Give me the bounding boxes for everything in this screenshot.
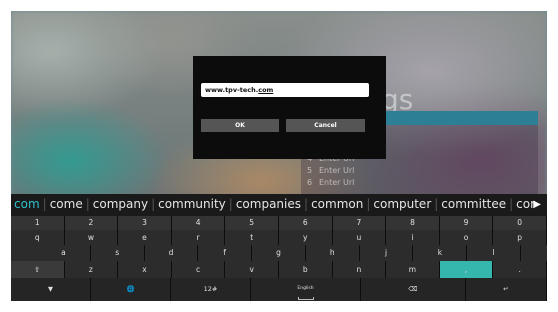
list-item-number: 6 [307,178,313,187]
hide-keyboard-icon[interactable]: ▼ [11,278,91,301]
key-3[interactable]: 3 [118,216,172,230]
key-k[interactable]: k [413,245,468,261]
space-language-label: English [297,286,314,291]
list-item-number: 5 [307,166,313,175]
key-9[interactable]: 9 [440,216,494,230]
key-t[interactable]: t [225,230,279,245]
key-j[interactable]: j [360,245,414,261]
letter-row-1: q w e r t y u i o p [11,230,547,245]
suggestion[interactable]: company [90,197,151,211]
space-key[interactable]: English [251,278,361,301]
suggestion[interactable]: community [155,197,229,211]
key-h[interactable]: h [306,245,360,261]
on-screen-keyboard: com | come | company | community | companies | com… [11,194,547,301]
list-item-label: Enter Url [319,166,355,175]
key-g[interactable]: g [252,245,306,261]
key-6[interactable]: 6 [279,216,333,230]
key-4[interactable]: 4 [172,216,226,230]
suggestion[interactable]: committee [438,197,509,211]
key-c[interactable]: c [172,261,226,278]
key-n[interactable]: n [333,261,387,278]
key-2[interactable]: 2 [65,216,119,230]
key-v[interactable]: v [225,261,279,278]
key-o[interactable]: o [440,230,494,245]
key-y[interactable]: y [279,230,333,245]
url-dialog: www.tpv-tech.com OK Cancel [193,56,386,159]
letter-row-3: ⇧ z x c v b n m , . [11,261,547,278]
url-text: www.tpv-tech. [205,86,259,94]
ok-button[interactable]: OK [201,119,279,132]
key-r[interactable]: r [172,230,226,245]
key-0[interactable]: 0 [493,216,547,230]
suggestion[interactable]: computer [370,197,434,211]
enter-icon[interactable]: ↵ [466,278,547,301]
shift-icon[interactable]: ⇧ [11,261,65,278]
key-period[interactable]: . [493,261,547,278]
key-7[interactable]: 7 [333,216,387,230]
key-f[interactable]: f [198,245,253,261]
key-w[interactable]: w [65,230,119,245]
key-1[interactable]: 1 [11,216,65,230]
backspace-icon[interactable]: ⌫ [361,278,466,301]
key-p[interactable]: p [493,230,547,245]
url-input[interactable]: www.tpv-tech.com [201,83,369,97]
list-item-label: Enter Url [319,178,355,187]
key-e[interactable]: e [118,230,172,245]
key-i[interactable]: i [386,230,440,245]
key-u[interactable]: u [333,230,387,245]
key-8[interactable]: 8 [386,216,440,230]
key-m[interactable]: m [386,261,440,278]
suggestion[interactable]: com [11,197,43,211]
suggestion[interactable]: come [47,197,86,211]
key-z[interactable]: z [65,261,119,278]
key-d[interactable]: d [145,245,199,261]
key-comma[interactable]: , [439,261,494,278]
key-5[interactable]: 5 [225,216,279,230]
function-row: ▼ 🌐 12# English ⌫ ↵ [11,278,547,301]
list-item[interactable]: 5 Enter Url [307,166,354,175]
suggestion[interactable]: common [308,197,366,211]
key-s[interactable]: s [91,245,145,261]
key-a[interactable]: a [37,245,91,261]
cancel-button[interactable]: Cancel [286,119,365,132]
key-x[interactable]: x [118,261,172,278]
play-right-icon[interactable]: ▶ [533,194,541,215]
symbols-key[interactable]: 12# [171,278,251,301]
screen: g s 4 Enter Url 5 Enter Url 6 Enter Url www.… [11,11,547,301]
number-row: 1 2 3 4 5 6 7 8 9 0 [11,216,547,230]
letter-row-2: a s d f g h j k l [11,245,547,261]
url-text-composing: com [258,86,274,94]
key-b[interactable]: b [279,261,333,278]
key-l[interactable]: l [467,245,522,261]
key-q[interactable]: q [11,230,65,245]
suggestion-strip: com | come | company | community | companies | com… [11,194,547,215]
space-icon [297,297,314,300]
globe-icon[interactable]: 🌐 [91,278,171,301]
suggestion[interactable]: companies [233,197,304,211]
list-item[interactable]: 6 Enter Url [307,178,354,187]
